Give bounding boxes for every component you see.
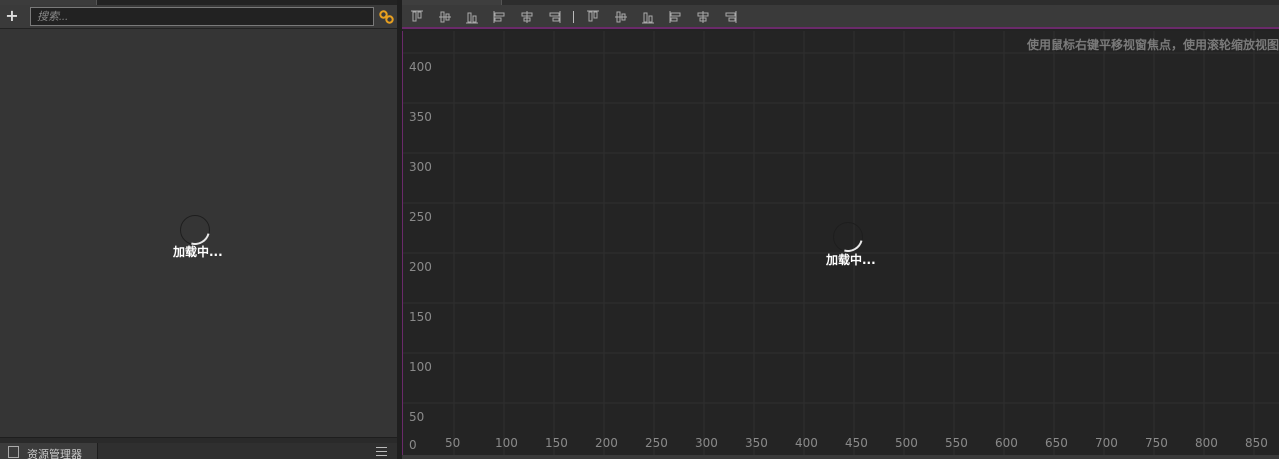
align-top-icon[interactable] — [410, 10, 424, 24]
x-tick-label: 100 — [495, 436, 518, 450]
tab-assets-label: 资源管理器 — [27, 448, 82, 459]
menu-icon[interactable] — [376, 447, 387, 456]
scene-canvas[interactable]: 400 350 300 250 200 150 100 50 50 100 150 200 250 300… — [402, 31, 1279, 455]
x-tick-label: 850 — [1245, 436, 1268, 450]
y-tick-label: 400 — [409, 60, 432, 74]
x-tick-label: 800 — [1195, 436, 1218, 450]
loading-spinner-icon — [827, 216, 869, 258]
y-tick-label: 100 — [409, 360, 432, 374]
assets-tabbar: 资源管理器 — [0, 443, 397, 459]
align-hcenter-icon[interactable] — [520, 10, 534, 24]
hierarchy-loading-text: 加载中... — [173, 245, 223, 259]
x-tick-label: 400 — [795, 436, 818, 450]
y-tick-label: 250 — [409, 210, 432, 224]
scene-toolbar — [402, 5, 1279, 29]
scene-loading-text: 加载中... — [826, 253, 876, 267]
scene-statusbar — [402, 455, 1279, 459]
x-tick-label: 450 — [845, 436, 868, 450]
hierarchy-toolbar: + — [0, 5, 397, 29]
distribute-hcenter-icon[interactable] — [696, 10, 710, 24]
distribute-right-icon[interactable] — [723, 10, 737, 24]
x-tick-label: 500 — [895, 436, 918, 450]
x-tick-label: 700 — [1095, 436, 1118, 450]
distribute-vcenter-icon[interactable] — [614, 10, 628, 24]
x-tick-label: 550 — [945, 436, 968, 450]
toolbar-separator — [573, 11, 574, 23]
hierarchy-content: 加载中... — [0, 30, 397, 437]
distribute-top-icon[interactable] — [586, 10, 600, 24]
x-tick-label: 200 — [595, 436, 618, 450]
y-tick-label: 200 — [409, 260, 432, 274]
x-tick-label: 300 — [695, 436, 718, 450]
align-right-icon[interactable] — [547, 10, 561, 24]
loading-spinner-icon — [174, 209, 216, 251]
x-tick-label: 150 — [545, 436, 568, 450]
tab-assets[interactable]: 资源管理器 — [0, 443, 98, 459]
x-tick-label: 750 — [1145, 436, 1168, 450]
align-vcenter-icon[interactable] — [438, 10, 452, 24]
assets-icon — [8, 446, 19, 458]
y-tick-label: 50 — [409, 410, 424, 424]
hierarchy-panel: + 加载中... 资源管理器 — [0, 0, 397, 459]
x-tick-label: 650 — [1045, 436, 1068, 450]
origin-label: 0 — [409, 438, 417, 452]
align-bottom-icon[interactable] — [465, 10, 479, 24]
y-tick-label: 300 — [409, 160, 432, 174]
x-tick-label: 50 — [445, 436, 460, 450]
y-tick-label: 350 — [409, 110, 432, 124]
scene-hint-text: 使用鼠标右键平移视窗焦点，使用滚轮缩放视图 — [1026, 38, 1279, 52]
distribute-bottom-icon[interactable] — [641, 10, 655, 24]
x-tick-label: 250 — [645, 436, 668, 450]
x-tick-label: 600 — [995, 436, 1018, 450]
distribute-left-icon[interactable] — [669, 10, 683, 24]
y-tick-label: 150 — [409, 310, 432, 324]
add-node-button[interactable]: + — [4, 7, 20, 25]
align-left-icon[interactable] — [493, 10, 507, 24]
link-icon[interactable] — [379, 10, 394, 24]
search-input[interactable] — [30, 7, 374, 26]
x-tick-label: 350 — [745, 436, 768, 450]
scene-panel: 400 350 300 250 200 150 100 50 50 100 150 200 250 300… — [402, 0, 1279, 459]
